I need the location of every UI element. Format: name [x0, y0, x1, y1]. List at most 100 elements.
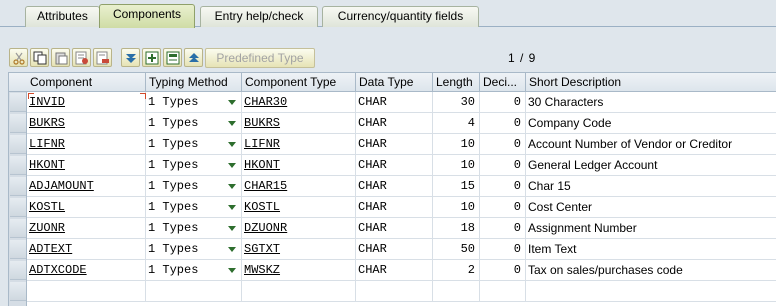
typing-method-cell[interactable]: 1 Types: [146, 113, 242, 134]
components-table: Component Typing Method Component Type D…: [8, 72, 776, 306]
dropdown-arrow-icon[interactable]: [228, 100, 236, 105]
row-selector[interactable]: [10, 240, 26, 259]
typing-method-cell-text: 1 Types: [148, 179, 199, 193]
delete-row-button[interactable]: [93, 48, 112, 67]
component-type-cell[interactable]: CHAR15: [242, 176, 356, 197]
component-type-cell[interactable]: DZUONR: [242, 218, 356, 239]
component-cell[interactable]: ADTXCODE: [27, 260, 146, 281]
column-header-component-type[interactable]: Component Type: [242, 73, 356, 92]
tab-entry-help-check[interactable]: Entry help/check: [200, 6, 318, 27]
short-description-cell-text: Assignment Number: [528, 221, 637, 235]
typing-method-cell-text: 1 Types: [148, 158, 199, 172]
column-header-length[interactable]: Length: [433, 73, 480, 92]
component-type-cell[interactable]: KOSTL: [242, 197, 356, 218]
dropdown-arrow-icon[interactable]: [228, 184, 236, 189]
component-cell[interactable]: BUKRS: [27, 113, 146, 134]
component-cell-text: ADTXCODE: [29, 263, 87, 277]
dropdown-arrow-icon[interactable]: [228, 247, 236, 252]
table-row: KOSTL 1 Types KOSTL CHAR 10 0 Cost Center: [27, 197, 776, 218]
component-type-cell-text: SGTXT: [244, 242, 281, 256]
dropdown-arrow-icon[interactable]: [228, 226, 236, 231]
dropdown-arrow-icon[interactable]: [228, 142, 236, 147]
typing-method-cell[interactable]: 1 Types: [146, 218, 242, 239]
typing-method-cell[interactable]: 1 Types: [146, 197, 242, 218]
component-cell[interactable]: ZUONR: [27, 218, 146, 239]
row-selector[interactable]: [10, 156, 26, 175]
copy-button[interactable]: [30, 48, 49, 67]
typing-method-cell[interactable]: 1 Types: [146, 176, 242, 197]
decimals-cell: 0: [480, 113, 526, 134]
typing-method-cell[interactable]: 1 Types: [146, 260, 242, 281]
component-type-cell[interactable]: BUKRS: [242, 113, 356, 134]
component-type-cell-text: LIFNR: [244, 137, 281, 151]
component-type-cell-text: DZUONR: [244, 221, 288, 235]
typing-method-cell[interactable]: [146, 281, 242, 302]
typing-method-cell[interactable]: 1 Types: [146, 239, 242, 260]
data-type-cell-text: CHAR: [358, 95, 387, 109]
typing-method-cell[interactable]: 1 Types: [146, 155, 242, 176]
data-type-cell: CHAR: [356, 92, 433, 113]
component-type-cell[interactable]: [242, 281, 356, 302]
column-header-data-type[interactable]: Data Type: [356, 73, 433, 92]
typing-method-cell-text: 1 Types: [148, 242, 199, 256]
component-cell[interactable]: [27, 281, 146, 302]
table-row: ZUONR 1 Types DZUONR CHAR 18 0 Assignment Numb…: [27, 218, 776, 239]
short-description-cell: Item Text: [526, 239, 776, 260]
scroll-down-icon: [126, 54, 136, 63]
component-cell[interactable]: ADTEXT: [27, 239, 146, 260]
short-description-cell: Account Number of Vendor or Creditor: [526, 134, 776, 155]
cut-button[interactable]: [9, 48, 28, 67]
decimals-cell: 0: [480, 92, 526, 113]
component-type-cell[interactable]: LIFNR: [242, 134, 356, 155]
component-type-cell[interactable]: MWSKZ: [242, 260, 356, 281]
typing-method-cell[interactable]: 1 Types: [146, 92, 242, 113]
component-cell[interactable]: INVID: [27, 92, 146, 113]
component-type-cell-text: MWSKZ: [244, 263, 281, 277]
insert-row-button[interactable]: [72, 48, 91, 67]
row-selector[interactable]: [10, 261, 26, 280]
length-cell: 10: [433, 197, 480, 218]
tab-currency-quantity-fields[interactable]: Currency/quantity fields: [322, 6, 479, 27]
append-button[interactable]: [163, 48, 182, 67]
dropdown-arrow-icon[interactable]: [228, 121, 236, 126]
row-selector[interactable]: [10, 114, 26, 133]
short-description-cell: Assignment Number: [526, 218, 776, 239]
row-selector[interactable]: [10, 198, 26, 217]
column-header-typing-method[interactable]: Typing Method: [146, 73, 242, 92]
table-row: ADTXCODE 1 Types MWSKZ CHAR 2 0 Tax on sales/p…: [27, 260, 776, 281]
short-description-cell-text: Tax on sales/purchases code: [528, 263, 683, 277]
column-header-short-description[interactable]: Short Description: [526, 73, 776, 92]
column-header-decimals[interactable]: Deci...: [480, 73, 526, 92]
tab-components[interactable]: Components: [99, 4, 195, 28]
scroll-down-button[interactable]: [121, 48, 140, 67]
row-selector[interactable]: [10, 93, 26, 112]
row-selector[interactable]: [10, 219, 26, 238]
dropdown-arrow-icon[interactable]: [228, 163, 236, 168]
component-cell[interactable]: KOSTL: [27, 197, 146, 218]
decimals-cell-text: 0: [513, 116, 521, 130]
row-selector[interactable]: [10, 282, 26, 301]
data-type-cell-text: CHAR: [358, 263, 387, 277]
data-type-cell-text: CHAR: [358, 179, 387, 193]
row-selector[interactable]: [10, 135, 26, 154]
column-header-component[interactable]: Component: [27, 73, 146, 92]
length-cell-text: 18: [460, 221, 475, 235]
component-cell[interactable]: ADJAMOUNT: [27, 176, 146, 197]
scroll-up-button[interactable]: [184, 48, 203, 67]
decimals-cell: 0: [480, 197, 526, 218]
component-cell[interactable]: HKONT: [27, 155, 146, 176]
row-selector[interactable]: [10, 177, 26, 196]
component-type-cell[interactable]: SGTXT: [242, 239, 356, 260]
append-icon: [166, 51, 180, 65]
tab-attributes[interactable]: Attributes: [25, 6, 100, 27]
component-type-cell[interactable]: CHAR30: [242, 92, 356, 113]
dropdown-arrow-icon[interactable]: [228, 205, 236, 210]
data-type-cell-text: CHAR: [358, 137, 387, 151]
dropdown-arrow-icon[interactable]: [228, 268, 236, 273]
component-type-cell[interactable]: HKONT: [242, 155, 356, 176]
component-cell[interactable]: LIFNR: [27, 134, 146, 155]
typing-method-cell[interactable]: 1 Types: [146, 134, 242, 155]
insert-button[interactable]: [142, 48, 161, 67]
predefined-type-button[interactable]: Predefined Type: [205, 48, 315, 68]
paste-button[interactable]: [51, 48, 70, 67]
